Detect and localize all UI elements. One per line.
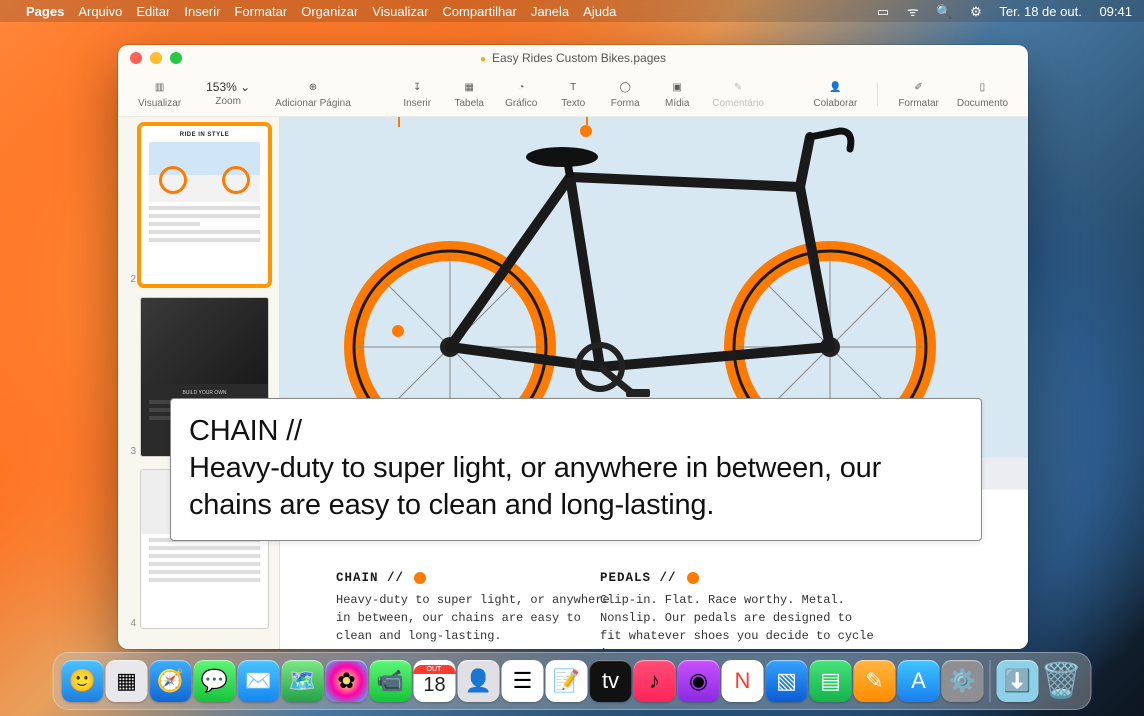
dock-mail[interactable]: ✉️ (238, 660, 280, 702)
control-center-icon[interactable]: ⚙ (970, 4, 982, 19)
spotlight-icon[interactable]: 🔍 (936, 4, 952, 19)
menu-formatar[interactable]: Formatar (234, 4, 287, 19)
view-button[interactable]: ▥ Visualizar (132, 78, 187, 109)
document-button[interactable]: ▯ Documento (951, 78, 1014, 109)
dock-numbers[interactable]: ▤ (810, 660, 852, 702)
menubar: Pages Arquivo Editar Inserir Formatar Or… (0, 0, 1144, 22)
dock: 🙂 ▦ 🧭 💬 ✉️ 🗺️ ✿ 📹 OUT. 18 👤 ☰ 📝 tv ♪ ◉ N… (53, 652, 1092, 710)
thumbnail-page-2[interactable]: 2 RIDE IN STYLE (128, 125, 269, 285)
table-button[interactable]: ▦ Tabela (446, 78, 492, 109)
wifi-icon[interactable]: ᯤ (907, 4, 919, 19)
dock-safari[interactable]: 🧭 (150, 660, 192, 702)
dock-notes[interactable]: 📝 (546, 660, 588, 702)
window-controls (130, 52, 182, 64)
dock-pages[interactable]: ✎ (854, 660, 896, 702)
pedals-body: Clip-in. Flat. Race worthy. Metal. Nonsl… (600, 591, 880, 649)
collaborate-icon: 👤 (826, 78, 844, 96)
chain-title: CHAIN // (336, 571, 404, 585)
document-icon: ▯ (973, 78, 991, 96)
sidebar-icon: ▥ (151, 78, 169, 96)
chain-section: CHAIN // Heavy-duty to super light, or a… (336, 571, 616, 645)
dock-reminders[interactable]: ☰ (502, 660, 544, 702)
zoom-select[interactable]: 153% ⌄ Zoom (193, 80, 263, 107)
dock-facetime[interactable]: 📹 (370, 660, 412, 702)
format-button[interactable]: ✐ Formatar (892, 78, 945, 109)
overlay-body: Heavy-duty to super light, or anywhere i… (189, 452, 881, 521)
document-title: Easy Rides Custom Bikes.pages (480, 51, 666, 65)
media-icon: ▣ (668, 78, 686, 96)
menu-arquivo[interactable]: Arquivo (78, 4, 122, 19)
dock-podcasts[interactable]: ◉ (678, 660, 720, 702)
dock-appstore[interactable]: A (898, 660, 940, 702)
dock-trash[interactable]: 🗑️ (1041, 660, 1083, 702)
page-thumbnails[interactable]: 2 RIDE IN STYLE 3 BUILD YOUR OWN (118, 117, 280, 649)
zoom-button[interactable] (170, 52, 182, 64)
dock-photos[interactable]: ✿ (326, 660, 368, 702)
close-button[interactable] (130, 52, 142, 64)
chain-body: Heavy-duty to super light, or anywhere i… (336, 591, 616, 645)
plus-icon: ⊕ (304, 78, 322, 96)
marker-icon (687, 572, 699, 584)
chart-button[interactable]: ◔ Gráfico (498, 78, 544, 109)
shape-icon: ◯ (616, 78, 634, 96)
menu-ajuda[interactable]: Ajuda (583, 4, 616, 19)
menubar-right: ▭ ᯤ 🔍 ⚙ Ter. 18 de out. 09:41 (863, 2, 1132, 20)
marker-icon (414, 572, 426, 584)
table-icon: ▦ (460, 78, 478, 96)
menu-compartilhar[interactable]: Compartilhar (442, 4, 516, 19)
shape-button[interactable]: ◯ Forma (602, 78, 648, 109)
collaborate-button[interactable]: 👤 Colaborar (807, 78, 863, 109)
text-icon: T (564, 78, 582, 96)
toolbar: ▥ Visualizar 153% ⌄ Zoom ⊕ Adicionar Pág… (118, 71, 1028, 117)
dock-launchpad[interactable]: ▦ (106, 660, 148, 702)
pedals-section: PEDALS // Clip-in. Flat. Race worthy. Me… (600, 571, 880, 649)
chart-icon: ◔ (512, 78, 530, 96)
insert-icon: ↧ (408, 78, 426, 96)
dock-settings[interactable]: ⚙️ (942, 660, 984, 702)
chevron-down-icon: ⌄ (240, 80, 250, 94)
brush-icon: ✐ (910, 78, 928, 96)
titlebar[interactable]: Easy Rides Custom Bikes.pages (118, 45, 1028, 71)
overlay-title: CHAIN // (189, 415, 302, 447)
menubar-date[interactable]: Ter. 18 de out. (999, 4, 1081, 19)
menu-visualizar[interactable]: Visualizar (372, 4, 428, 19)
minimize-button[interactable] (150, 52, 162, 64)
media-button[interactable]: ▣ Mídia (654, 78, 700, 109)
text-button[interactable]: T Texto (550, 78, 596, 109)
dock-messages[interactable]: 💬 (194, 660, 236, 702)
add-page-button[interactable]: ⊕ Adicionar Página (269, 78, 357, 109)
menu-inserir[interactable]: Inserir (184, 4, 220, 19)
dock-maps[interactable]: 🗺️ (282, 660, 324, 702)
menu-organizar[interactable]: Organizar (301, 4, 358, 19)
dock-keynote[interactable]: ▧ (766, 660, 808, 702)
dock-news[interactable]: N (722, 660, 764, 702)
comment-button[interactable]: ✎ Comentário (706, 78, 770, 109)
menu-editar[interactable]: Editar (136, 4, 170, 19)
comment-icon: ✎ (729, 78, 747, 96)
hover-text-zoom: CHAIN // Heavy-duty to super light, or a… (170, 398, 982, 541)
app-name[interactable]: Pages (26, 4, 64, 19)
menu-janela[interactable]: Janela (531, 4, 569, 19)
battery-icon[interactable]: ▭ (877, 4, 889, 19)
document-canvas[interactable]: CHAIN // Heavy-duty to super light, or a… (280, 117, 1028, 649)
dock-contacts[interactable]: 👤 (458, 660, 500, 702)
dock-calendar[interactable]: OUT. 18 (414, 660, 456, 702)
pedals-title: PEDALS // (600, 571, 677, 585)
insert-button[interactable]: ↧ Inserir (394, 78, 440, 109)
menubar-time[interactable]: 09:41 (1099, 4, 1132, 19)
dock-finder[interactable]: 🙂 (62, 660, 104, 702)
dock-tv[interactable]: tv (590, 660, 632, 702)
dock-downloads[interactable]: ⬇️ (997, 660, 1039, 702)
pages-window: Easy Rides Custom Bikes.pages ▥ Visualiz… (118, 45, 1028, 649)
dock-music[interactable]: ♪ (634, 660, 676, 702)
